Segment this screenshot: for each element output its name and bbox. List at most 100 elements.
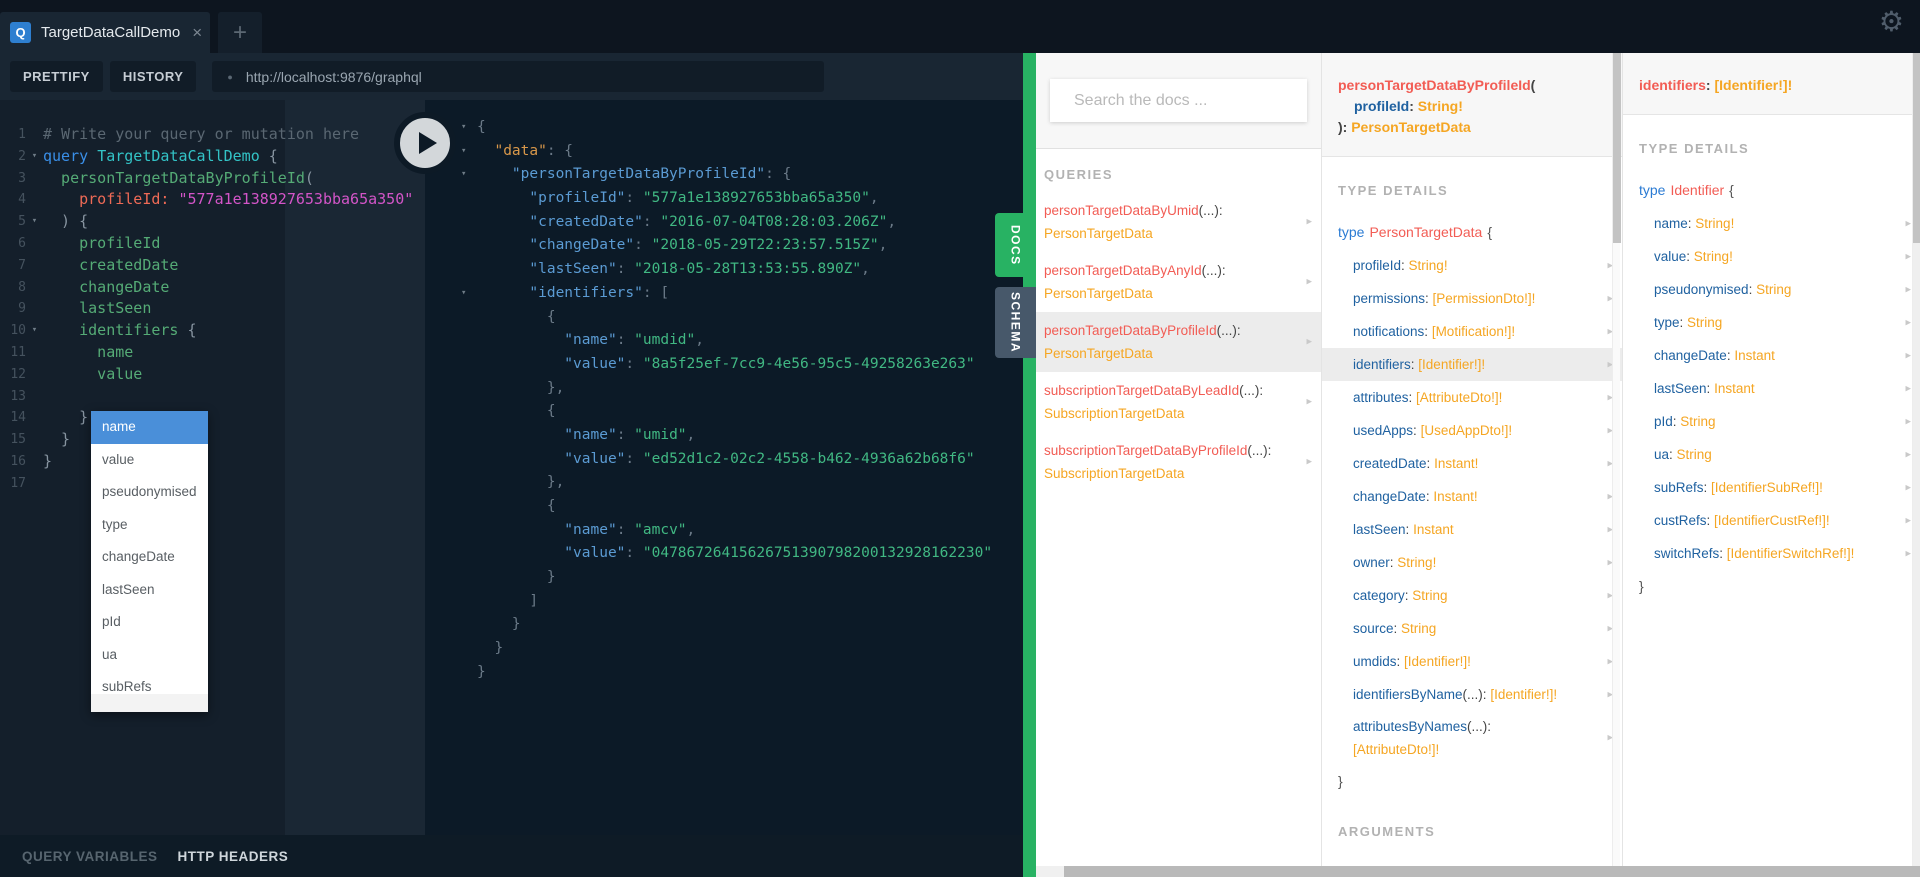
fold-gutter <box>26 342 43 364</box>
autocomplete-item[interactable]: value <box>91 444 208 477</box>
fold-arrow-icon[interactable]: ▾ <box>26 146 43 168</box>
query-row[interactable]: personTargetDataByAnyId(...):PersonTarge… <box>1036 252 1321 312</box>
type-field-row[interactable]: changeDate: Instant▸ <box>1623 339 1920 372</box>
response-line: { <box>425 306 1023 330</box>
autocomplete-item[interactable]: ua <box>91 639 208 672</box>
response-line: "name": "amcv", <box>425 519 1023 543</box>
field-name: lastSeen <box>1353 522 1406 537</box>
query-row[interactable]: subscriptionTargetDataByProfileId(...):S… <box>1036 432 1321 492</box>
fold-arrow-icon[interactable]: ▾ <box>461 140 477 164</box>
type-name[interactable]: PersonTargetData <box>1369 224 1482 240</box>
panel-identifier-scrollbar-thumb[interactable] <box>1913 53 1920 243</box>
docs-panel-queries: QUERIES personTargetDataByUmid(...):Pers… <box>1036 53 1322 877</box>
type-field-row[interactable]: switchRefs: [IdentifierSwitchRef!]!▸ <box>1623 537 1920 570</box>
response-line: } <box>425 613 1023 637</box>
type-declaration: typePersonTargetData{ <box>1322 216 1622 249</box>
type-field-row[interactable]: permissions: [PermissionDto!]!▸ <box>1322 282 1622 315</box>
docs-horizontal-scrollbar-thumb[interactable] <box>1064 866 1920 877</box>
tab-title: TargetDataCallDemo <box>41 24 180 41</box>
type-field-row[interactable]: attributes: [AttributeDto!]!▸ <box>1322 381 1622 414</box>
type-keyword: type <box>1338 224 1364 240</box>
fold-arrow-icon[interactable]: ▾ <box>461 282 477 306</box>
autocomplete-item[interactable]: name <box>91 411 208 444</box>
history-button[interactable]: HISTORY <box>110 61 197 92</box>
close-tab-icon[interactable]: × <box>190 23 204 43</box>
autocomplete-item[interactable]: changeDate <box>91 541 208 574</box>
response-line-text: "changeDate": "2018-05-29T22:23:57.515Z"… <box>477 234 887 258</box>
editor-line-text: lastSeen <box>43 298 151 320</box>
type-field-row[interactable]: umdids: [Identifier!]!▸ <box>1322 645 1622 678</box>
type-field-list: name: String!▸value: String!▸pseudonymis… <box>1623 207 1920 570</box>
response-line: { <box>425 400 1023 424</box>
response-line: ▾ "data": { <box>425 140 1023 164</box>
type-field-row[interactable]: usedApps: [UsedAppDto!]!▸ <box>1322 414 1622 447</box>
query-row[interactable]: personTargetDataByUmid(...):PersonTarget… <box>1036 192 1321 252</box>
settings-gear-icon[interactable]: ⚙ <box>1879 5 1904 38</box>
fold-arrow-icon[interactable]: ▾ <box>461 116 477 140</box>
response-viewer[interactable]: ▾{▾ "data": {▾ "personTargetDataByProfil… <box>425 100 1023 835</box>
query-row[interactable]: subscriptionTargetDataByLeadId(...):Subs… <box>1036 372 1321 432</box>
panel-identifier-scrollbar[interactable] <box>1912 53 1920 877</box>
query-editor[interactable]: 1# Write your query or mutation here2▾qu… <box>0 100 425 835</box>
type-field-row[interactable]: profileId: String!▸ <box>1322 249 1622 282</box>
new-tab-button[interactable]: + <box>218 12 262 53</box>
schema-side-tab[interactable]: SCHEMA <box>995 287 1036 358</box>
http-headers-tab[interactable]: HTTP HEADERS <box>178 849 289 864</box>
editor-line: 13 <box>0 386 425 408</box>
field-name: type <box>1654 315 1680 330</box>
response-line-text: }, <box>477 471 564 495</box>
prettify-button[interactable]: PRETTIFY <box>10 61 103 92</box>
autocomplete-item[interactable]: lastSeen <box>91 574 208 607</box>
type-field-row[interactable]: ua: String▸ <box>1623 438 1920 471</box>
field-name: permissions <box>1353 291 1425 306</box>
field-colon: : <box>1409 390 1417 405</box>
type-field-row[interactable]: category: String▸ <box>1322 579 1622 612</box>
autocomplete-dropdown[interactable]: namevaluepseudonymisedtypechangeDatelast… <box>91 411 208 712</box>
chevron-right-icon: ▸ <box>1306 331 1312 354</box>
type-field-row[interactable]: createdDate: Instant!▸ <box>1322 447 1622 480</box>
docs-search-input[interactable] <box>1050 79 1307 122</box>
type-name[interactable]: Identifier <box>1670 182 1724 198</box>
type-field-row[interactable]: changeDate: Instant!▸ <box>1322 480 1622 513</box>
type-field-row[interactable]: source: String▸ <box>1322 612 1622 645</box>
fold-arrow-icon[interactable]: ▾ <box>26 320 43 342</box>
docs-horizontal-scrollbar[interactable] <box>1036 866 1920 877</box>
docs-side-tab[interactable]: DOCS <box>995 213 1036 277</box>
endpoint-input[interactable] <box>246 69 810 85</box>
docs-accent-strip[interactable] <box>1023 53 1036 877</box>
panel-type-scrollbar[interactable] <box>1612 53 1620 877</box>
type-field-row[interactable]: attributesByNames(...):[AttributeDto!]!▸ <box>1322 711 1622 765</box>
type-field-row[interactable]: name: String!▸ <box>1623 207 1920 240</box>
execute-button[interactable] <box>394 112 456 174</box>
top-bar: Q TargetDataCallDemo × + ⚙ <box>0 0 1920 53</box>
type-field-row[interactable]: custRefs: [IdentifierCustRef!]!▸ <box>1623 504 1920 537</box>
fold-arrow-icon[interactable]: ▾ <box>26 211 43 233</box>
play-icon <box>419 132 437 154</box>
type-field-row[interactable]: value: String!▸ <box>1623 240 1920 273</box>
type-field-row[interactable]: owner: String!▸ <box>1322 546 1622 579</box>
type-field-row[interactable]: identifiers: [Identifier!]!▸ <box>1322 348 1622 381</box>
autocomplete-item[interactable]: pId <box>91 606 208 639</box>
type-field-row[interactable]: notifications: [Motification!]!▸ <box>1322 315 1622 348</box>
autocomplete-item[interactable]: type <box>91 509 208 542</box>
chevron-right-icon: ▸ <box>1905 504 1911 537</box>
fold-arrow-icon[interactable]: ▾ <box>461 163 477 187</box>
query-variables-tab[interactable]: QUERY VARIABLES <box>22 849 158 864</box>
type-field-row[interactable]: subRefs: [IdentifierSubRef!]!▸ <box>1623 471 1920 504</box>
type-field-row[interactable]: pId: String▸ <box>1623 405 1920 438</box>
response-line-text: ] <box>477 590 538 614</box>
type-field-row[interactable]: identifiersByName(...): [Identifier!]!▸ <box>1322 678 1622 711</box>
autocomplete-item[interactable]: pseudonymised <box>91 476 208 509</box>
field-name: usedApps <box>1353 423 1413 438</box>
type-field-row[interactable]: lastSeen: Instant▸ <box>1322 513 1622 546</box>
type-field-row[interactable]: lastSeen: Instant▸ <box>1623 372 1920 405</box>
tab-target-data-call-demo[interactable]: Q TargetDataCallDemo × <box>0 12 210 53</box>
type-field-row[interactable]: type: String▸ <box>1623 306 1920 339</box>
response-line-text: "identifiers": [ <box>477 282 669 306</box>
fold-gutter <box>461 400 477 424</box>
query-row[interactable]: personTargetDataByProfileId(...):PersonT… <box>1036 312 1321 372</box>
panel-type-scrollbar-thumb[interactable] <box>1613 53 1621 243</box>
response-line: "value": "ed52d1c2-02c2-4558-b462-4936a6… <box>425 448 1023 472</box>
response-line-text: "lastSeen": "2018-05-28T13:53:55.890Z", <box>477 258 870 282</box>
type-field-row[interactable]: pseudonymised: String▸ <box>1623 273 1920 306</box>
